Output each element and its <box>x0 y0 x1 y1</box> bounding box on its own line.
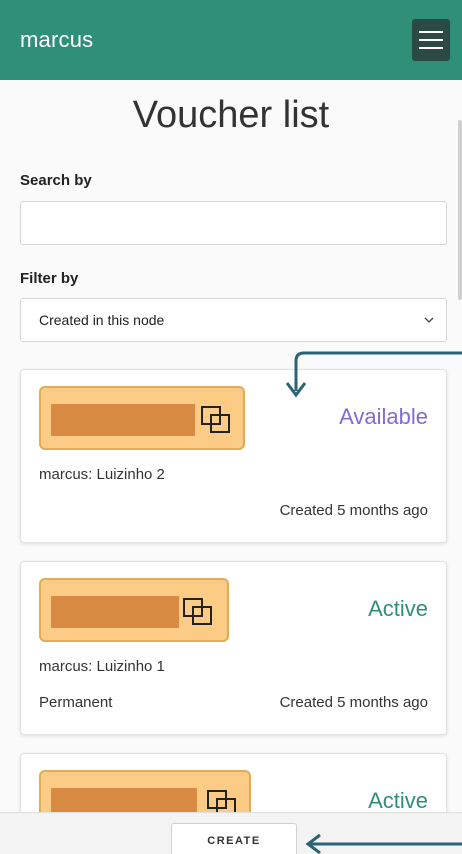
voucher-owner: marcus: Luizinho 1 <box>39 658 165 675</box>
copy-icon[interactable] <box>181 596 215 628</box>
voucher-code[interactable] <box>39 578 229 642</box>
search-input[interactable] <box>20 201 447 245</box>
status-badge: Active <box>368 788 428 813</box>
filter-label: Filter by <box>20 270 79 287</box>
voucher-created: Created 5 months ago <box>279 694 428 711</box>
voucher-code-redacted <box>51 596 179 628</box>
top-bar: marcus <box>0 0 462 80</box>
footer-bar: CREATE <box>0 812 462 854</box>
copy-icon[interactable] <box>199 404 233 436</box>
hamburger-icon[interactable] <box>412 19 450 61</box>
scrollbar[interactable] <box>458 120 462 300</box>
app-name[interactable]: marcus <box>20 27 93 53</box>
create-button[interactable]: CREATE <box>171 823 297 854</box>
status-badge: Available <box>339 404 428 429</box>
page-title: Voucher list <box>132 94 330 136</box>
voucher-list-page: marcus Voucher list Search by Filter by … <box>0 0 462 854</box>
voucher-code[interactable] <box>39 386 245 450</box>
search-label: Search by <box>20 172 92 189</box>
voucher-code-redacted <box>51 404 195 436</box>
voucher-created: Created 5 months ago <box>279 502 428 519</box>
filter-selected-value: Created in this node <box>39 312 165 328</box>
status-badge: Active <box>368 596 428 621</box>
voucher-card[interactable]: Active marcus: Luizinho 1 Permanent Crea… <box>20 561 447 735</box>
voucher-owner: marcus: Luizinho 2 <box>39 466 165 483</box>
filter-select[interactable]: Created in this node <box>20 298 447 342</box>
chevron-down-icon <box>424 317 434 323</box>
voucher-card[interactable]: Available marcus: Luizinho 2 Created 5 m… <box>20 369 447 543</box>
voucher-duration: Permanent <box>39 694 113 711</box>
